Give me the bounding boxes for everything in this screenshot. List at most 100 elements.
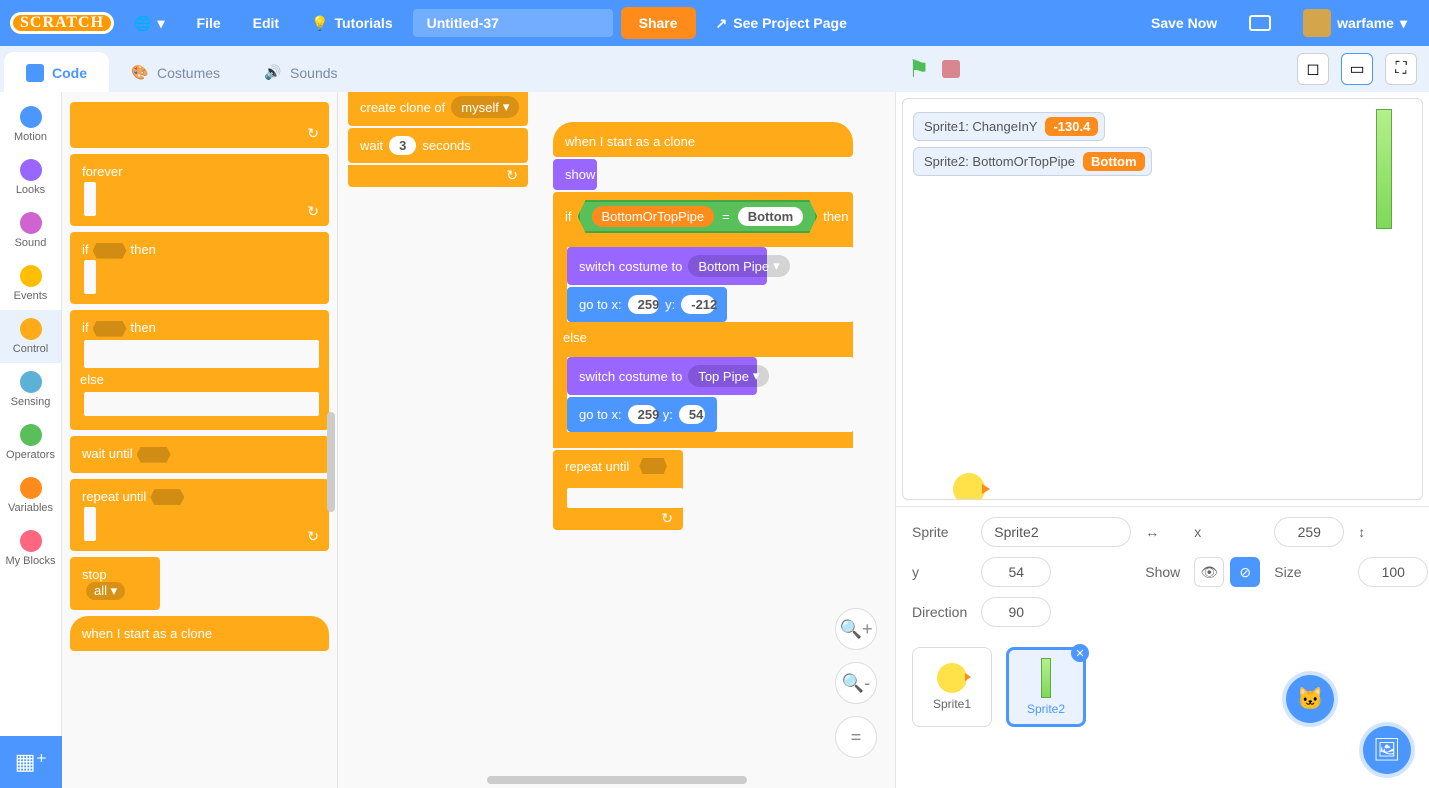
palette-block-repeat-until[interactable]: repeat until↻ [70, 479, 329, 551]
dropdown[interactable]: myself ▾ [451, 96, 519, 118]
palette-block-when-clone[interactable]: when I start as a clone [70, 616, 329, 651]
large-stage-button[interactable]: ▭ [1341, 53, 1373, 85]
tab-costumes[interactable]: 🎨Costumes [109, 52, 242, 92]
eye-icon: 👁 [1200, 564, 1218, 581]
workspace[interactable]: create clone ofmyself ▾ wait3seconds ↻ w… [338, 92, 895, 788]
category-looks[interactable]: Looks [0, 151, 61, 204]
palette-block-wait-until[interactable]: wait until [70, 436, 329, 473]
category-variables[interactable]: Variables [0, 469, 61, 522]
stage-sprite-pipe[interactable] [1376, 109, 1392, 229]
show-label: Show [1145, 564, 1180, 580]
tab-sounds[interactable]: 🔊Sounds [242, 52, 359, 92]
stage-sprite-bird[interactable] [953, 473, 985, 500]
variable-reporter[interactable]: BottomOrTopPipe [592, 206, 715, 227]
block-category-rail: Motion Looks Sound Events Control Sensin… [0, 92, 62, 788]
block-repeat-until[interactable]: repeat until ↻ [553, 450, 683, 530]
folder-icon [1249, 15, 1271, 31]
number-input[interactable]: 3 [389, 136, 416, 155]
script-create-clone-loop[interactable]: create clone ofmyself ▾ wait3seconds ↻ [348, 92, 528, 187]
zoom-reset-button[interactable]: = [835, 716, 877, 758]
sprite-name-input[interactable] [981, 517, 1131, 547]
category-events[interactable]: Events [0, 257, 61, 310]
category-operators[interactable]: Operators [0, 416, 61, 469]
block-switch-costume[interactable]: switch costume toTop Pipe ▾ [567, 357, 757, 395]
add-sprite-button[interactable]: 🐱 [1286, 675, 1334, 723]
zoom-in-button[interactable]: 🔍+ [835, 608, 877, 650]
stage[interactable]: Sprite1: ChangeInY-130.4 Sprite2: Bottom… [902, 98, 1423, 500]
myblocks-dot-icon [20, 530, 42, 552]
block-label: stop [82, 567, 107, 582]
tab-code[interactable]: Code [4, 52, 109, 92]
text-input[interactable]: Bottom [738, 207, 804, 226]
palette-block-if[interactable]: ifthen [70, 232, 329, 304]
number-input[interactable]: 259 [628, 295, 659, 314]
green-flag-button[interactable]: ⚑ [908, 55, 930, 84]
scratch-logo[interactable]: SCRATCH [10, 12, 114, 34]
number-input[interactable]: -212 [681, 295, 715, 314]
y-icon: ↕ [1358, 524, 1428, 540]
sprite-thumbnail-sprite1[interactable]: Sprite1 [912, 647, 992, 727]
zoom-out-button[interactable]: 🔍- [835, 662, 877, 704]
workspace-scrollbar-horizontal[interactable] [487, 776, 747, 784]
loop-arrow-icon: ↻ [661, 510, 673, 524]
block-switch-costume[interactable]: switch costume toBottom Pipe ▾ [567, 247, 767, 285]
small-stage-button[interactable]: ◻ [1297, 53, 1329, 85]
palette-scrollbar[interactable] [327, 412, 335, 512]
save-now-button[interactable]: Save Now [1139, 9, 1229, 37]
palette-block-if-else[interactable]: ifthen else [70, 310, 329, 430]
block-when-start-clone[interactable]: when I start as a clone [553, 122, 853, 157]
sprite-size-input[interactable] [1358, 557, 1428, 587]
block-label: seconds [422, 138, 470, 153]
variable-monitor[interactable]: Sprite1: ChangeInY-130.4 [913, 112, 1105, 141]
sprite-name-label: Sprite [912, 524, 967, 540]
sprite-x-input[interactable] [1274, 517, 1344, 547]
sprite-y-input[interactable] [981, 557, 1051, 587]
category-myblocks[interactable]: My Blocks [0, 522, 61, 575]
variable-monitor[interactable]: Sprite2: BottomOrTopPipeBottom [913, 147, 1152, 176]
palette-block-repeat-end[interactable]: ↻ [70, 102, 329, 148]
category-control[interactable]: Control [0, 310, 61, 363]
fullscreen-button[interactable]: ⛶ [1385, 53, 1417, 85]
boolean-slot [93, 243, 127, 259]
share-button[interactable]: Share [621, 7, 696, 39]
tab-code-label: Code [52, 65, 87, 81]
category-motion[interactable]: Motion [0, 98, 61, 151]
palette-block-stop[interactable]: stop all ▾ [70, 557, 160, 610]
palette-block-forever[interactable]: forever↻ [70, 154, 329, 226]
sprite-list: Sprite1 ✕ Sprite2 🐱 [896, 637, 1429, 737]
mystuff-button[interactable] [1237, 9, 1283, 37]
language-menu[interactable]: 🌐▾ [122, 9, 176, 38]
block-goto-xy[interactable]: go to x:259y:54 [567, 397, 717, 432]
block-label: then [131, 242, 156, 257]
block-label: forever [82, 164, 122, 179]
project-name-input[interactable]: Untitled-37 [413, 9, 613, 37]
dropdown[interactable]: Top Pipe ▾ [688, 365, 769, 387]
block-if-else[interactable]: if BottomOrTopPipe = Bottom then switch … [553, 192, 853, 448]
tutorials-button[interactable]: 💡Tutorials [299, 9, 405, 38]
file-menu[interactable]: File [185, 9, 233, 37]
block-goto-xy[interactable]: go to x:259y:-212 [567, 287, 727, 322]
see-project-page-button[interactable]: ↗See Project Page [704, 9, 859, 38]
visibility-show-button[interactable]: 👁 [1194, 557, 1224, 587]
script-when-clone[interactable]: when I start as a clone show if BottomOr… [553, 122, 853, 532]
add-backdrop-button[interactable]: 🖼 [1363, 726, 1411, 774]
category-sensing[interactable]: Sensing [0, 363, 61, 416]
visibility-hide-button[interactable]: ⊘ [1230, 557, 1260, 587]
category-sound[interactable]: Sound [0, 204, 61, 257]
block-label: repeat until [82, 489, 146, 504]
category-label: Motion [14, 131, 47, 143]
edit-menu[interactable]: Edit [241, 9, 291, 37]
delete-sprite-button[interactable]: ✕ [1071, 644, 1089, 662]
sprite-direction-input[interactable] [981, 597, 1051, 627]
dropdown-value: Bottom Pipe [698, 259, 769, 274]
number-input[interactable]: 259 [628, 405, 657, 424]
operator-equals[interactable]: BottomOrTopPipe = Bottom [578, 200, 818, 233]
sprite-thumbnail-sprite2[interactable]: ✕ Sprite2 [1006, 647, 1086, 727]
category-label: Control [13, 343, 48, 355]
stop-button[interactable] [942, 60, 960, 78]
small-stage-icon: ◻ [1306, 59, 1319, 79]
account-menu[interactable]: warfame▾ [1291, 3, 1419, 43]
dropdown[interactable]: Bottom Pipe ▾ [688, 255, 789, 277]
block-show[interactable]: show [553, 159, 597, 190]
number-input[interactable]: 54 [679, 405, 705, 424]
